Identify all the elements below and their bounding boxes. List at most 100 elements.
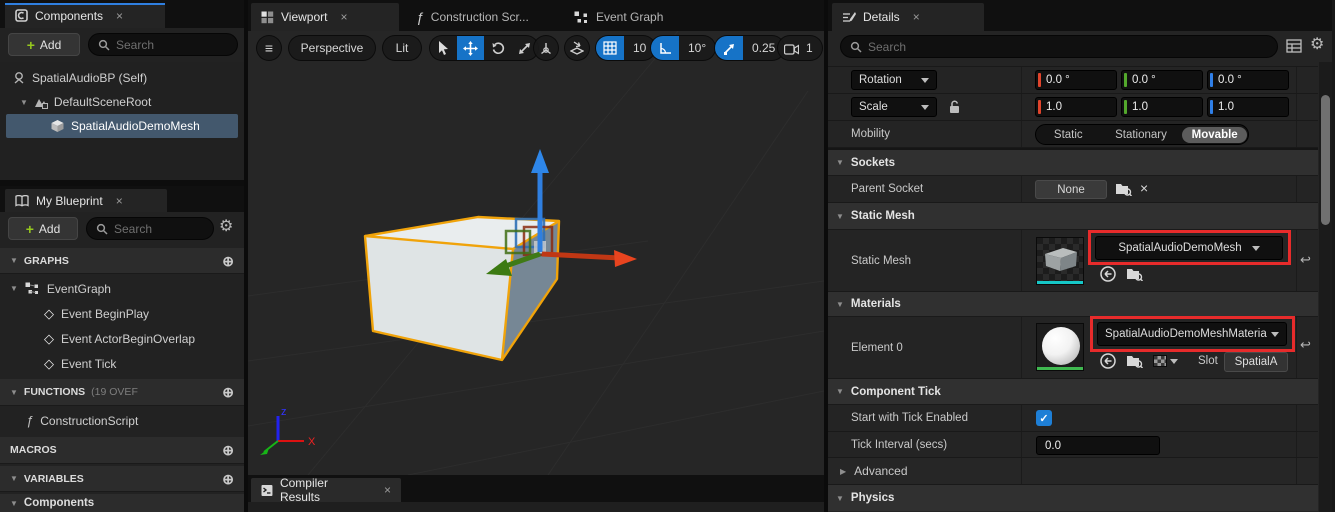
viewport-menu-button[interactable]: ≡ — [256, 35, 282, 61]
rotation-snap-toggle[interactable] — [651, 36, 679, 60]
category-sockets[interactable]: ▼ Sockets — [828, 150, 1318, 176]
section-macros[interactable]: MACROS ⊕ — [0, 437, 244, 464]
start-tick-checkbox[interactable]: ✓ — [1036, 410, 1052, 426]
rotation-z-field[interactable]: 0.0 ° — [1207, 70, 1289, 90]
texture-options[interactable] — [1153, 355, 1178, 367]
mobility-option-static[interactable]: Static — [1036, 129, 1101, 141]
add-component-button[interactable]: + Add — [8, 33, 80, 56]
material-thumbnail[interactable] — [1036, 323, 1084, 371]
item-event-tick[interactable]: ◇ Event Tick — [0, 351, 244, 376]
tab-details[interactable]: Details × — [832, 3, 984, 31]
collapse-arrow-icon[interactable]: ▼ — [10, 474, 18, 483]
close-icon[interactable]: × — [116, 9, 123, 23]
add-function-icon[interactable]: ⊕ — [222, 385, 234, 399]
camera-speed-button[interactable] — [778, 36, 804, 61]
collapse-arrow-icon[interactable]: ▼ — [10, 388, 18, 397]
scale-y-field[interactable]: 1.0 — [1121, 97, 1203, 117]
item-event-begin-play[interactable]: ◇ Event BeginPlay — [0, 301, 244, 326]
browse-socket-icon[interactable] — [1115, 182, 1132, 196]
grid-snap-group[interactable]: 10 — [595, 35, 656, 61]
rotation-snap-group[interactable]: 10° — [650, 35, 716, 61]
browse-asset-icon[interactable] — [1126, 267, 1143, 281]
tick-interval-field[interactable]: 0.0 — [1036, 436, 1160, 455]
collapse-arrow-icon[interactable]: ▼ — [836, 212, 844, 221]
select-tool-button[interactable] — [430, 35, 457, 61]
collapse-arrow-icon[interactable]: ▼ — [836, 494, 844, 503]
expander-arrow-icon[interactable]: ▼ — [20, 98, 28, 107]
display-options-icon[interactable] — [1286, 39, 1302, 53]
tree-item-demo-mesh[interactable]: SpatialAudioDemoMesh — [6, 114, 238, 138]
material-dropdown[interactable]: SpatialAudioDemoMeshMateria — [1097, 322, 1287, 346]
parent-socket-value-button[interactable]: None — [1035, 180, 1107, 199]
scale-snap-toggle[interactable] — [715, 36, 743, 60]
details-settings-gear-icon[interactable]: ⚙ — [1310, 37, 1324, 53]
my-blueprint-search[interactable] — [86, 217, 214, 240]
tab-my-blueprint[interactable]: My Blueprint × — [5, 189, 167, 212]
tab-components[interactable]: Components × — [5, 3, 165, 28]
components-search[interactable] — [88, 33, 238, 56]
add-graph-icon[interactable]: ⊕ — [222, 254, 234, 268]
close-icon[interactable]: × — [913, 10, 920, 24]
lit-dropdown[interactable]: Lit — [382, 35, 422, 61]
rotation-snap-value[interactable]: 10° — [679, 36, 715, 60]
collapse-arrow-icon[interactable]: ▼ — [10, 499, 18, 508]
rotation-type-dropdown[interactable]: Rotation — [851, 70, 937, 90]
section-variables[interactable]: ▼ VARIABLES ⊕ — [0, 466, 244, 492]
mobility-option-movable[interactable]: Movable — [1182, 127, 1247, 143]
collapse-arrow-icon[interactable]: ▼ — [836, 300, 844, 309]
tree-item-self[interactable]: SpatialAudioBP (Self) — [6, 66, 238, 90]
close-icon[interactable]: × — [384, 483, 391, 497]
add-blueprint-button[interactable]: + Add — [8, 217, 78, 240]
scale-z-field[interactable]: 1.0 — [1207, 97, 1289, 117]
browse-asset-icon[interactable] — [1126, 354, 1143, 368]
static-mesh-thumbnail[interactable] — [1036, 237, 1084, 285]
world-local-toggle[interactable] — [533, 35, 559, 61]
scale-type-dropdown[interactable]: Scale — [851, 97, 937, 117]
collapse-arrow-icon[interactable]: ▼ — [836, 158, 844, 167]
scale-x-field[interactable]: 1.0 — [1035, 97, 1117, 117]
slot-name-field[interactable]: SpatialA — [1224, 352, 1288, 372]
mobility-option-stationary[interactable]: Stationary — [1101, 129, 1182, 141]
surface-snapping-button[interactable] — [564, 35, 590, 61]
category-component-tick[interactable]: ▼ Component Tick — [828, 379, 1318, 405]
scrollbar-thumb[interactable] — [1321, 95, 1330, 225]
tab-event-graph[interactable]: Event Graph — [564, 3, 694, 31]
category-physics[interactable]: ▼ Physics — [828, 485, 1318, 511]
reset-to-default-icon[interactable]: ↩ — [1300, 252, 1311, 268]
tree-item-scene-root[interactable]: ▼ DefaultSceneRoot — [6, 90, 238, 114]
camera-speed-group[interactable]: 1 — [777, 35, 823, 61]
search-input[interactable] — [868, 40, 1268, 54]
item-event-graph[interactable]: ▼ EventGraph — [0, 276, 244, 301]
clear-socket-icon[interactable]: × — [1140, 180, 1148, 196]
tab-construction-script[interactable]: ƒ Construction Scr... — [406, 3, 558, 31]
close-icon[interactable]: × — [340, 10, 347, 24]
category-static-mesh[interactable]: ▼ Static Mesh — [828, 203, 1318, 230]
collapse-arrow-icon[interactable]: ▼ — [836, 387, 844, 396]
scale-snap-group[interactable]: 0.25 — [714, 35, 785, 61]
add-variable-icon[interactable]: ⊕ — [222, 472, 234, 486]
search-input[interactable] — [114, 222, 204, 236]
details-scrollbar[interactable] — [1319, 62, 1332, 512]
unlock-icon[interactable] — [949, 100, 960, 114]
row-advanced[interactable]: ▶ Advanced — [828, 458, 1318, 485]
add-macro-icon[interactable]: ⊕ — [222, 443, 234, 457]
rotate-tool-button[interactable] — [484, 35, 511, 61]
settings-gear-icon[interactable]: ⚙ — [219, 219, 233, 235]
use-selected-asset-icon[interactable] — [1100, 353, 1117, 369]
tab-compiler-results[interactable]: Compiler Results × — [251, 478, 401, 502]
camera-speed-value[interactable]: 1 — [804, 36, 822, 60]
reset-to-default-icon[interactable]: ↩ — [1300, 337, 1311, 353]
item-construction-script[interactable]: ƒ ConstructionScript — [0, 408, 244, 433]
move-tool-button[interactable] — [457, 35, 484, 61]
rotation-y-field[interactable]: 0.0 ° — [1121, 70, 1203, 90]
use-selected-asset-icon[interactable] — [1100, 266, 1117, 282]
perspective-dropdown[interactable]: Perspective — [288, 35, 376, 61]
category-materials[interactable]: ▼ Materials — [828, 292, 1318, 317]
viewport-3d[interactable]: z X ≡ Perspective Lit — [248, 31, 824, 475]
section-functions[interactable]: ▼ FUNCTIONS (19 OVEF ⊕ — [0, 379, 244, 406]
grid-snap-toggle[interactable] — [596, 36, 624, 60]
collapse-arrow-icon[interactable]: ▼ — [10, 284, 18, 293]
tab-viewport[interactable]: Viewport × — [251, 3, 399, 31]
expand-arrow-icon[interactable]: ▶ — [840, 467, 846, 476]
section-graphs[interactable]: ▼ GRAPHS ⊕ — [0, 248, 244, 274]
